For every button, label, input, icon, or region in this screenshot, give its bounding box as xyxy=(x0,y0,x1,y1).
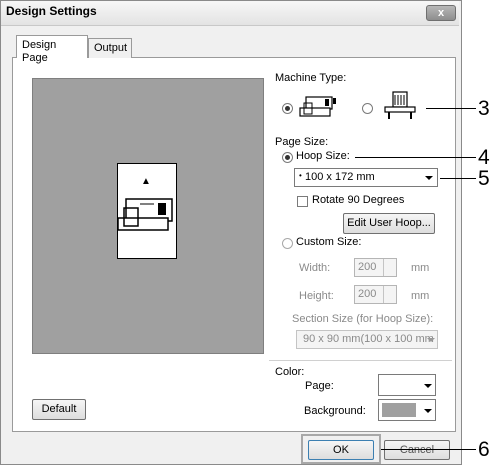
chevron-down-icon xyxy=(424,409,432,413)
machine-type-radio-2[interactable] xyxy=(362,103,373,114)
background-color-select[interactable] xyxy=(378,399,436,421)
cancel-button[interactable]: Cancel xyxy=(384,440,450,460)
page-color-select[interactable] xyxy=(378,374,436,396)
width-label: Width: xyxy=(299,262,331,274)
callout-line-3 xyxy=(426,108,476,109)
section-size-label: Section Size (for Hoop Size): xyxy=(292,313,434,325)
custom-size-radio[interactable] xyxy=(282,238,293,249)
chevron-down-icon xyxy=(425,176,433,180)
tab-design-page[interactable]: Design Page xyxy=(16,35,88,64)
width-value: 200 xyxy=(358,261,377,273)
height-value: 200 xyxy=(358,288,377,300)
chevron-down-icon xyxy=(427,338,435,342)
embroidery-machine-icon xyxy=(299,96,336,117)
hoop-size-label: Hoop Size: xyxy=(296,150,350,162)
height-spinner[interactable]: 200 xyxy=(354,285,397,304)
embroidery-machine-icon xyxy=(117,198,173,231)
hoop-marker: • xyxy=(299,171,302,180)
machine-type-radio-1[interactable] xyxy=(282,103,293,114)
rotate-label: Rotate 90 Degrees xyxy=(312,194,405,206)
width-unit: mm xyxy=(411,262,430,274)
default-button[interactable]: Default xyxy=(32,399,86,420)
section-size-select[interactable]: 90 x 90 mm(100 x 100 mm xyxy=(296,330,438,349)
height-unit: mm xyxy=(411,290,430,302)
hoop-size-value: 100 x 172 mm xyxy=(305,171,375,183)
multi-needle-machine-icon xyxy=(384,91,416,119)
background-swatch xyxy=(382,403,416,417)
custom-size-label: Custom Size: xyxy=(296,236,362,248)
machine-type-label: Machine Type: xyxy=(275,72,347,84)
page-color-label: Page: xyxy=(305,380,334,392)
window-title: Design Settings xyxy=(6,4,97,18)
edit-user-hoop-button[interactable]: Edit User Hoop... xyxy=(343,213,435,234)
callout-5: 5 xyxy=(478,167,490,190)
height-label: Height: xyxy=(299,290,334,302)
width-stepper[interactable] xyxy=(383,259,397,276)
callout-3: 3 xyxy=(478,97,490,120)
hoop-size-radio[interactable] xyxy=(282,152,293,163)
color-label: Color: xyxy=(275,366,305,378)
up-arrow-icon: ▲ xyxy=(141,176,151,187)
callout-line-5 xyxy=(440,178,476,179)
page-size-label: Page Size: xyxy=(275,136,329,148)
rotate-checkbox[interactable] xyxy=(297,196,308,207)
callout-6: 6 xyxy=(478,438,490,461)
height-stepper[interactable] xyxy=(383,286,397,303)
section-size-value: 90 x 90 mm(100 x 100 mm xyxy=(303,333,434,345)
callout-line-4 xyxy=(355,157,476,158)
close-button[interactable]: x xyxy=(426,5,456,21)
width-spinner[interactable]: 200 xyxy=(354,258,397,277)
callout-line-6 xyxy=(381,449,476,450)
separator xyxy=(269,360,452,361)
chevron-down-icon xyxy=(424,384,432,388)
tab-output[interactable]: Output xyxy=(88,38,132,58)
hoop-size-select[interactable]: • 100 x 172 mm xyxy=(294,168,438,187)
background-color-label: Background: xyxy=(304,405,366,417)
ok-button[interactable]: OK xyxy=(308,440,374,460)
callout-4: 4 xyxy=(478,146,490,169)
